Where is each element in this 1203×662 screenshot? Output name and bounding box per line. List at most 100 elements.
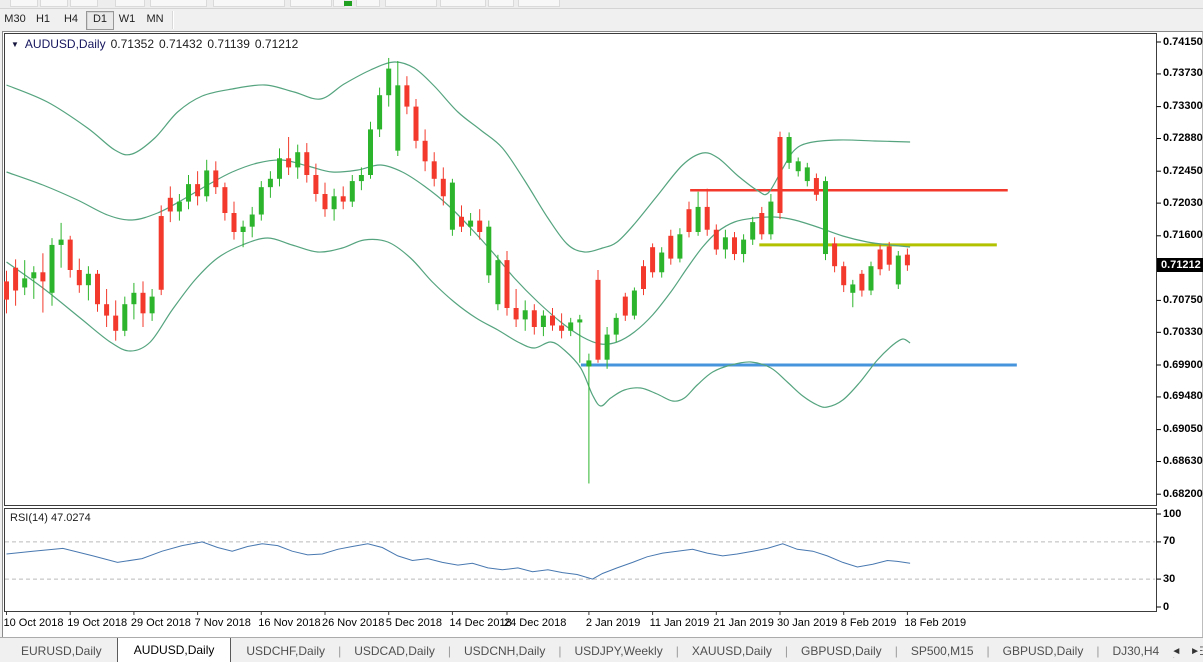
candle [541, 316, 546, 327]
candle [896, 256, 901, 285]
price-tick-label: 0.70330 [1163, 326, 1203, 339]
date-tick-label: 10 Oct 2018 [4, 617, 64, 629]
candle [623, 297, 628, 316]
ohlc-high: 0.71432 [159, 37, 202, 51]
price-tick-label: 0.68200 [1163, 488, 1203, 501]
price-tick-label: 0.73300 [1163, 100, 1203, 113]
candle [404, 85, 409, 106]
candle [550, 316, 555, 326]
chart-tab-usdchf[interactable]: USDCHF,Daily [233, 640, 338, 662]
date-tick-label: 30 Jan 2019 [777, 617, 838, 629]
chart-tab-audusd[interactable]: AUDUSD,Daily [117, 637, 232, 662]
chart-tab-gbpusd[interactable]: GBPUSD,Daily [788, 640, 895, 662]
candle [313, 175, 318, 194]
tab-scroll-right-icon[interactable]: ► [1190, 646, 1200, 657]
candle [323, 194, 328, 209]
candle [586, 360, 591, 366]
candle [705, 207, 710, 230]
chart-tab-sp500[interactable]: SP500,M15 [898, 640, 987, 662]
rsi-indicator-label: RSI(14) 47.0274 [10, 512, 91, 524]
candle [778, 137, 783, 213]
candle [286, 158, 291, 167]
date-tick-label: 24 Dec 2018 [504, 617, 566, 629]
candle [341, 196, 346, 201]
candle [486, 227, 491, 276]
candle [386, 69, 391, 96]
candle [614, 318, 619, 335]
main-plot-border [5, 34, 1157, 506]
candle [213, 170, 218, 187]
chart-tab-usdcad[interactable]: USDCAD,Daily [341, 640, 448, 662]
candle [850, 284, 855, 292]
candle [641, 266, 646, 289]
candle [696, 207, 701, 232]
candle [823, 181, 828, 254]
date-tick-label: 11 Jan 2019 [650, 617, 710, 629]
bollinger-upper-line [7, 62, 911, 252]
candle [741, 240, 746, 254]
candle [532, 310, 537, 327]
candle [95, 274, 100, 304]
candle [50, 245, 55, 293]
candle [787, 137, 792, 163]
rsi-tick-label: 30 [1163, 573, 1175, 586]
chart-tab-xauusd[interactable]: XAUUSD,Daily [679, 640, 785, 662]
chart-tab-usdjpy[interactable]: USDJPY,Weekly [561, 640, 675, 662]
candle [141, 293, 146, 314]
candle [377, 95, 382, 129]
candle [350, 181, 355, 202]
symbol-dropdown-icon[interactable]: ▼ [11, 40, 19, 49]
candle [805, 167, 810, 181]
tab-scroll-left-icon[interactable]: ◄ [1171, 646, 1181, 657]
candle [714, 230, 719, 250]
candle [659, 253, 664, 273]
price-tick-label: 0.74150 [1163, 36, 1203, 49]
candle [577, 319, 582, 322]
ohlc-close: 0.71212 [255, 37, 298, 51]
price-tick-label: 0.72030 [1163, 197, 1203, 210]
candle [605, 335, 610, 360]
candle [832, 243, 837, 266]
candle [495, 260, 500, 304]
candle [759, 213, 764, 234]
candle [450, 183, 455, 230]
candle [459, 217, 464, 227]
candle [295, 152, 300, 167]
ohlc-low: 0.71139 [207, 37, 250, 51]
bollinger-lower-line [7, 238, 911, 407]
price-tick-label: 0.73730 [1163, 67, 1203, 80]
chart-title: ▼AUDUSD,Daily0.713520.714320.711390.7121… [11, 37, 298, 51]
candle [259, 187, 264, 214]
date-tick-label: 14 Dec 2018 [449, 617, 511, 629]
candle [414, 107, 419, 141]
candle [395, 85, 400, 150]
candle [650, 247, 655, 272]
date-tick-label: 19 Oct 2018 [67, 617, 127, 629]
price-tick-label: 0.72880 [1163, 132, 1203, 145]
candle [632, 291, 637, 316]
candle [559, 325, 564, 330]
candle [131, 293, 136, 304]
tab-scroll-arrows: ◄ ► [1159, 646, 1200, 657]
candle [195, 184, 200, 196]
candle [177, 202, 182, 212]
chart-symbol-label: AUDUSD,Daily [25, 37, 106, 51]
date-tick-label: 26 Nov 2018 [322, 617, 384, 629]
candle [113, 316, 118, 331]
candle [768, 202, 773, 235]
candle [150, 297, 155, 314]
candle [477, 221, 482, 232]
candle [77, 270, 82, 285]
candle [423, 141, 428, 162]
price-tick-label: 0.70750 [1163, 294, 1203, 307]
candle [432, 161, 437, 178]
chart-tab-eurusd[interactable]: EURUSD,Daily [8, 640, 115, 662]
chart-tab-gbpusd[interactable]: GBPUSD,Daily [990, 640, 1097, 662]
chart-tab-usdcnh[interactable]: USDCNH,Daily [451, 640, 558, 662]
candle [186, 184, 191, 201]
candle [22, 278, 27, 287]
candle [596, 280, 601, 360]
chart-canvas[interactable] [0, 0, 1203, 662]
candle [814, 178, 819, 195]
candle [677, 234, 682, 258]
